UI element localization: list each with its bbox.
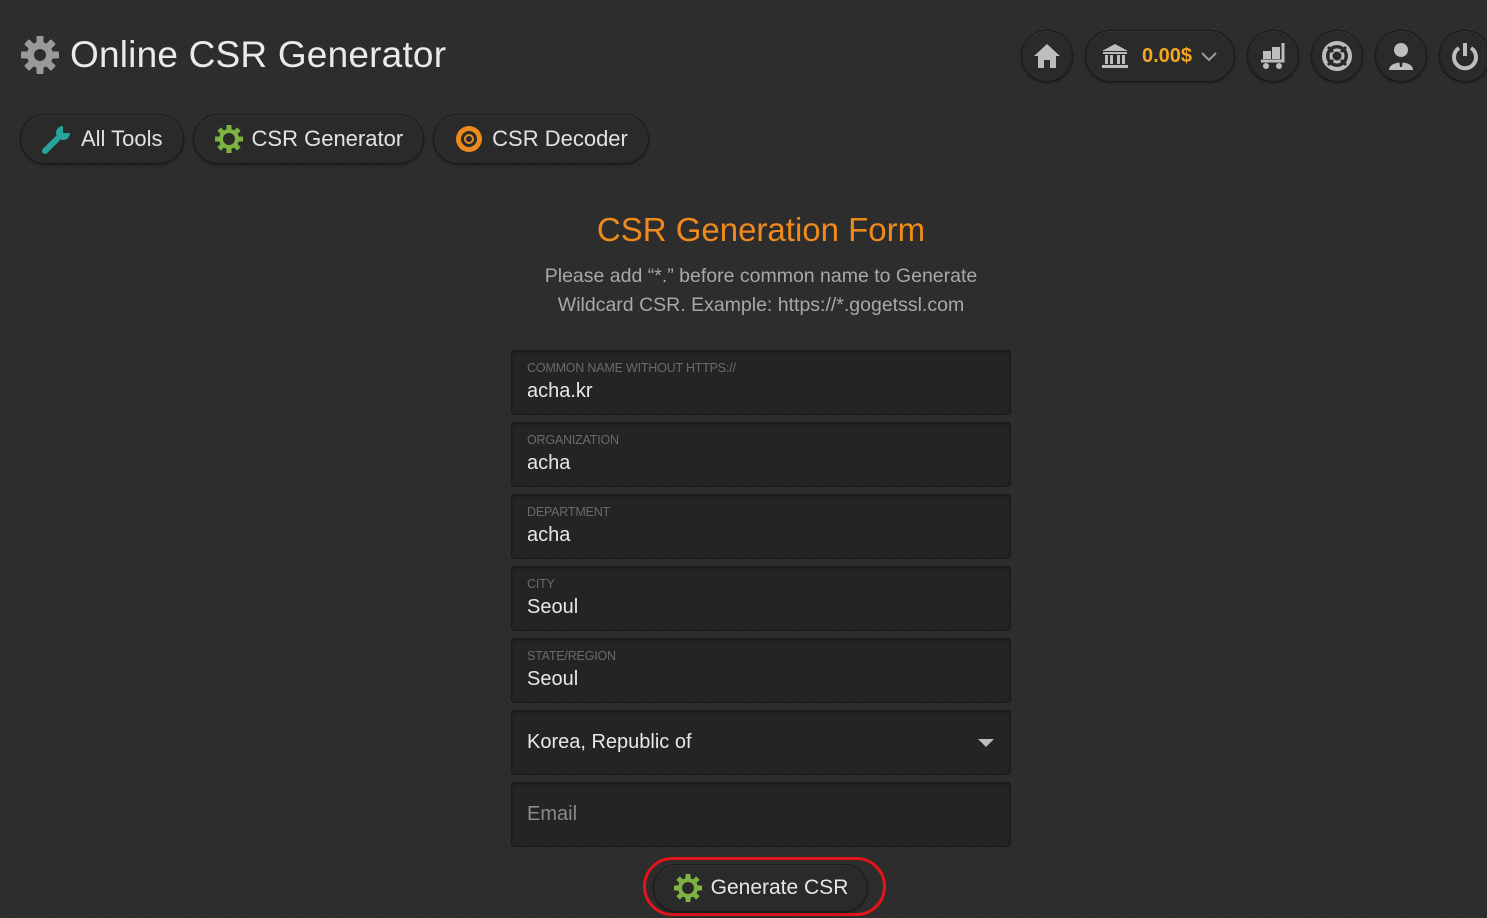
tab-csr-generator[interactable]: CSR Generator bbox=[192, 114, 425, 164]
form-instructions: Please add “*.” before common name to Ge… bbox=[544, 265, 978, 316]
organization-field[interactable]: ORGANIZATION acha bbox=[511, 422, 1011, 487]
generate-csr-button[interactable]: Generate CSR bbox=[653, 864, 868, 912]
field-label: STATE/REGION bbox=[527, 649, 616, 663]
tab-all-tools[interactable]: All Tools bbox=[20, 114, 184, 164]
page-title: Online CSR Generator bbox=[70, 34, 447, 75]
tab-csr-decoder[interactable]: CSR Decoder bbox=[433, 114, 649, 164]
email-placeholder: Email bbox=[527, 803, 578, 825]
field-label: CITY bbox=[527, 577, 555, 591]
field-value[interactable]: Seoul bbox=[527, 596, 578, 619]
department-field[interactable]: DEPARTMENT acha bbox=[511, 494, 1011, 559]
support-button[interactable] bbox=[1311, 30, 1363, 82]
field-label: ORGANIZATION bbox=[527, 433, 619, 447]
field-label: COMMON NAME WITHOUT HTTPS:// bbox=[527, 361, 736, 375]
cart-button[interactable] bbox=[1247, 30, 1299, 82]
power-icon bbox=[1450, 41, 1480, 71]
lifebuoy-icon bbox=[1321, 40, 1353, 72]
balance-amount: 0.00$ bbox=[1142, 44, 1193, 67]
gear-icon bbox=[673, 873, 703, 903]
state-region-field[interactable]: STATE/REGION Seoul bbox=[511, 638, 1011, 703]
common-name-field[interactable]: COMMON NAME WITHOUT HTTPS:// acha.kr bbox=[511, 350, 1011, 415]
field-label: DEPARTMENT bbox=[527, 505, 610, 519]
city-field[interactable]: CITY Seoul bbox=[511, 566, 1011, 631]
home-button[interactable] bbox=[1021, 30, 1073, 82]
logout-button[interactable] bbox=[1439, 30, 1487, 82]
account-button[interactable] bbox=[1375, 30, 1427, 82]
field-value[interactable]: acha bbox=[527, 524, 570, 547]
app-title: Online CSR Generator bbox=[20, 34, 446, 76]
caret-down-icon bbox=[978, 739, 994, 747]
balance-button[interactable]: 0.00$ bbox=[1085, 30, 1235, 82]
bank-icon bbox=[1100, 42, 1130, 70]
user-icon bbox=[1386, 40, 1416, 72]
form-heading: CSR Generation Form bbox=[596, 211, 926, 248]
gear-icon bbox=[454, 124, 484, 154]
gear-icon bbox=[20, 35, 60, 75]
chevron-down-icon bbox=[1200, 50, 1218, 62]
country-selected-value: Korea, Republic of bbox=[527, 731, 692, 753]
gear-icon bbox=[214, 124, 244, 154]
field-value[interactable]: acha.kr bbox=[527, 380, 593, 403]
tool-tabs: All Tools CSR Generator CSR Decoder bbox=[20, 114, 649, 164]
email-field[interactable]: Email bbox=[511, 782, 1011, 847]
tab-label: All Tools bbox=[81, 126, 163, 151]
wrench-icon bbox=[41, 123, 73, 155]
home-icon bbox=[1032, 42, 1062, 70]
country-select[interactable]: Korea, Republic of bbox=[511, 710, 1011, 775]
field-value[interactable]: acha bbox=[527, 452, 570, 475]
tab-label: CSR Decoder bbox=[492, 126, 628, 151]
generate-csr-label: Generate CSR bbox=[710, 876, 849, 899]
field-value[interactable]: Seoul bbox=[527, 668, 578, 691]
cart-icon bbox=[1257, 41, 1289, 71]
tab-label: CSR Generator bbox=[251, 126, 404, 151]
top-actions: 0.00$ bbox=[1021, 30, 1487, 82]
